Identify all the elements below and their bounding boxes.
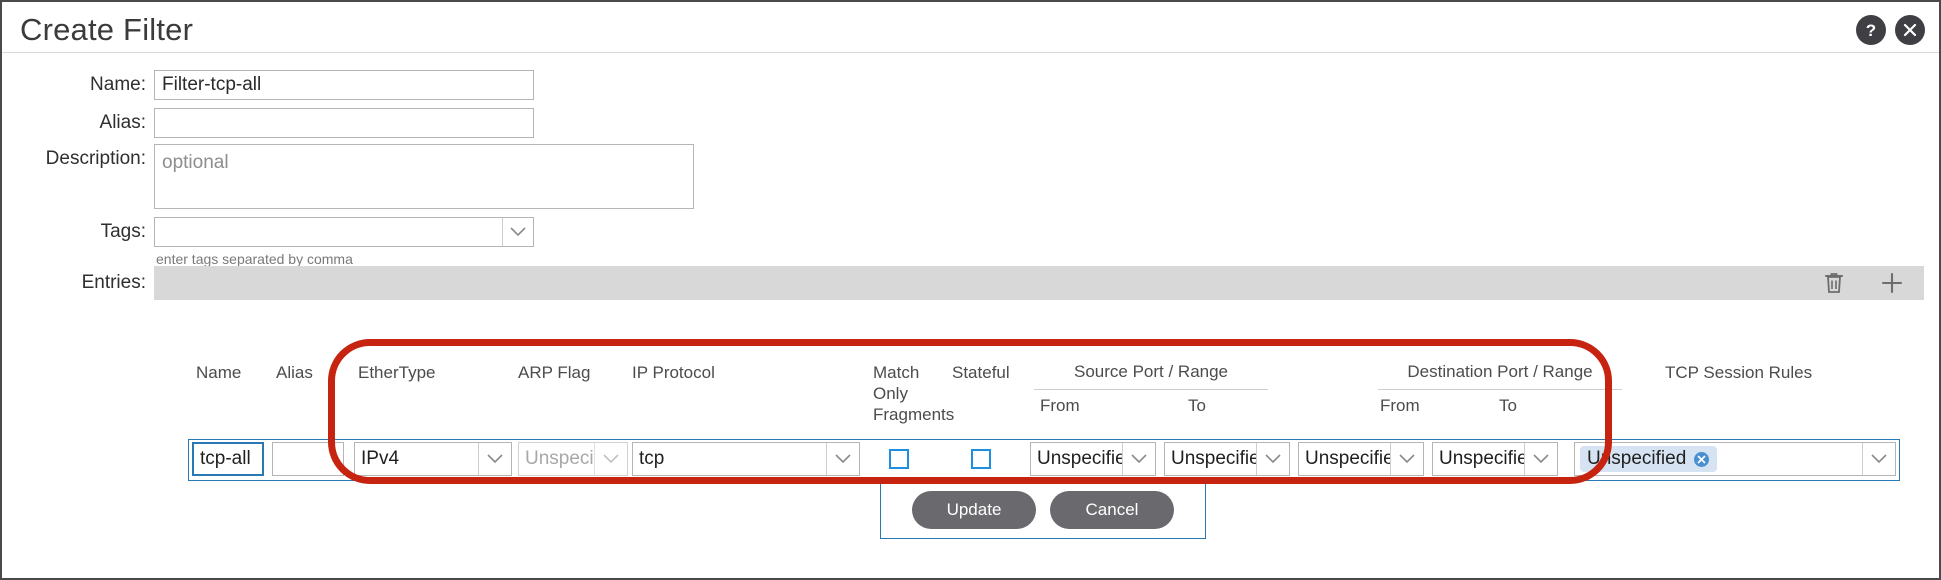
chevron-down-icon xyxy=(510,227,526,237)
plus-icon xyxy=(1881,272,1903,294)
entry-name-input[interactable] xyxy=(192,442,264,476)
help-icon: ? xyxy=(1866,21,1876,40)
subheader-source-from: From xyxy=(1040,396,1080,415)
tags-hint: enter tags separated by comma xyxy=(156,251,353,267)
subheader-source-to: To xyxy=(1188,396,1206,415)
entry-stateful-cell[interactable] xyxy=(964,442,998,476)
entry-destination-port-to-value: Unspecifie xyxy=(1439,448,1524,469)
chevron-down-icon xyxy=(1399,454,1415,464)
tcp-session-rules-chip-area: Unspecified xyxy=(1575,443,1862,475)
entry-arp-flag-value: Unspecif xyxy=(525,448,594,469)
tcp-session-rules-chip-remove-button[interactable] xyxy=(1693,451,1710,468)
remove-chip-icon xyxy=(1694,451,1710,467)
entries-toolbar xyxy=(154,266,1924,300)
create-filter-dialog: Create Filter ? Name: Alias: Description… xyxy=(0,0,1941,580)
entry-arp-flag-arrow xyxy=(594,443,627,475)
tcp-session-rules-chip: Unspecified xyxy=(1580,446,1718,472)
tags-label: Tags: xyxy=(100,221,146,242)
column-header-arp-flag: ARP Flag xyxy=(518,363,591,382)
entry-ip-protocol-select[interactable]: tcp xyxy=(632,442,860,476)
tcp-session-rules-dropdown-arrow[interactable] xyxy=(1862,443,1895,475)
update-button[interactable]: Update xyxy=(912,490,1036,529)
subheader-destination-from: From xyxy=(1380,396,1420,415)
column-header-alias: Alias xyxy=(276,363,313,382)
cancel-button[interactable]: Cancel xyxy=(1050,490,1174,529)
header-divider xyxy=(2,52,1939,53)
entry-alias-input[interactable] xyxy=(272,442,344,476)
entry-ethertype-arrow[interactable] xyxy=(478,443,511,475)
entry-destination-port-to-select[interactable]: Unspecifie xyxy=(1432,442,1558,476)
alias-label: Alias: xyxy=(99,112,146,133)
subheader-destination-to: To xyxy=(1499,396,1517,415)
entry-source-port-to-select[interactable]: Unspecifie xyxy=(1164,442,1290,476)
help-button[interactable]: ? xyxy=(1856,15,1886,45)
name-input[interactable] xyxy=(154,70,534,100)
column-header-stateful: Stateful xyxy=(952,363,1010,382)
column-header-tcp-session-rules: TCP Session Rules xyxy=(1665,363,1813,382)
entry-source-port-from-select[interactable]: Unspecifie xyxy=(1030,442,1156,476)
alias-input[interactable] xyxy=(154,108,534,138)
entry-destination-port-from-arrow[interactable] xyxy=(1390,443,1423,475)
header-buttons: ? xyxy=(1856,15,1925,45)
chevron-down-icon xyxy=(1265,454,1281,464)
column-header-source-port-range: Source Port / Range xyxy=(1073,362,1229,381)
tags-dropdown-arrow[interactable] xyxy=(502,218,533,246)
stateful-checkbox[interactable] xyxy=(971,449,991,469)
entry-destination-port-to-arrow[interactable] xyxy=(1524,443,1557,475)
entry-ethertype-value: IPv4 xyxy=(361,448,400,469)
chevron-down-icon xyxy=(1871,454,1887,464)
column-header-destination-port-range: Destination Port / Range xyxy=(1407,362,1593,381)
match-only-fragments-checkbox[interactable] xyxy=(889,449,909,469)
trash-icon xyxy=(1825,273,1843,293)
entry-destination-port-from-value: Unspecifie xyxy=(1305,448,1390,469)
close-icon xyxy=(1903,23,1917,37)
tags-value xyxy=(155,218,502,246)
entries-label: Entries: xyxy=(81,272,146,293)
column-header-ethertype: EtherType xyxy=(358,363,436,382)
tcp-session-rules-chip-label: Unspecified xyxy=(1587,448,1687,469)
column-header-ip-protocol: IP Protocol xyxy=(632,363,715,382)
description-label: Description: xyxy=(45,148,146,169)
entry-source-port-from-value: Unspecifie xyxy=(1037,448,1122,469)
column-header-name: Name xyxy=(196,363,242,382)
chevron-down-icon xyxy=(603,454,619,464)
entry-row-actions: Update Cancel xyxy=(880,481,1206,539)
entry-ip-protocol-value: tcp xyxy=(639,448,665,469)
dialog-title: Create Filter xyxy=(20,12,194,47)
tags-combo[interactable] xyxy=(154,217,534,247)
chevron-down-icon xyxy=(1533,454,1549,464)
description-textarea[interactable] xyxy=(154,144,694,209)
name-label: Name: xyxy=(90,74,146,95)
close-button[interactable] xyxy=(1895,15,1925,45)
entry-source-port-to-value: Unspecifie xyxy=(1171,448,1256,469)
delete-entry-button[interactable] xyxy=(1820,268,1848,298)
column-header-match-only-fragments: Match Only Fragments xyxy=(873,363,955,424)
add-entry-button[interactable] xyxy=(1878,268,1906,298)
destination-port-group-rule xyxy=(1378,389,1622,390)
chevron-down-icon xyxy=(487,454,503,464)
entry-source-port-to-arrow[interactable] xyxy=(1256,443,1289,475)
chevron-down-icon xyxy=(835,454,851,464)
source-port-group-rule xyxy=(1034,389,1268,390)
chevron-down-icon xyxy=(1131,454,1147,464)
svg-text:?: ? xyxy=(1866,21,1876,40)
entry-source-port-from-arrow[interactable] xyxy=(1122,443,1155,475)
entry-destination-port-from-select[interactable]: Unspecifie xyxy=(1298,442,1424,476)
entry-tcp-session-rules-multiselect[interactable]: Unspecified xyxy=(1574,442,1896,476)
entry-ip-protocol-arrow[interactable] xyxy=(826,443,859,475)
entry-ethertype-select[interactable]: IPv4 xyxy=(354,442,512,476)
entry-match-only-fragments-cell[interactable] xyxy=(882,442,916,476)
entry-arp-flag-select: Unspecif xyxy=(518,442,628,476)
